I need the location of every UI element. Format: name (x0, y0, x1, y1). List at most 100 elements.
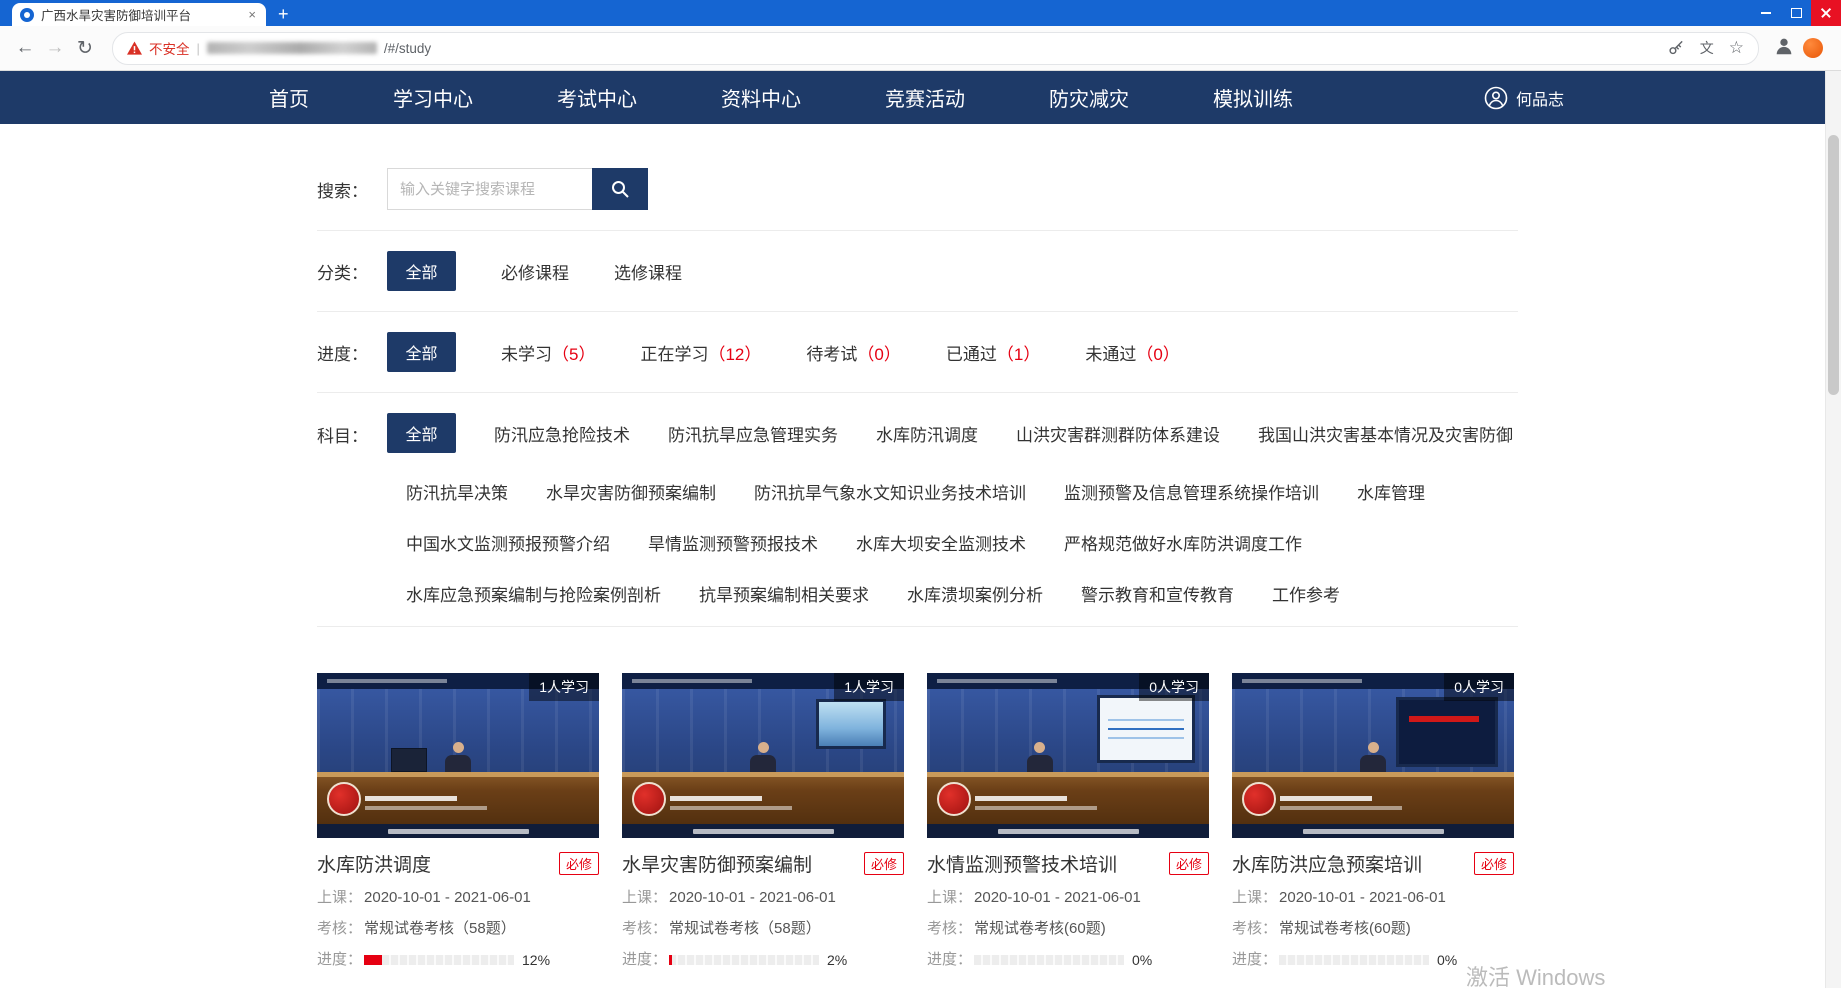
subject-tag[interactable]: 水库应急预案编制与抢险案例剖析 (406, 581, 661, 606)
progress-label: 进度： (317, 340, 387, 365)
nav-item-5[interactable]: 竞赛活动 (885, 83, 965, 112)
progress-option-2[interactable]: 未学习（5） (501, 340, 595, 365)
nav-user[interactable]: 何品志 (1484, 71, 1564, 124)
progress-option-6[interactable]: 未通过（0） (1085, 340, 1179, 365)
course-exam-row: 考核：常规试卷考核(60题) (1232, 919, 1514, 939)
nameplate-line (975, 806, 1097, 810)
search-icon (610, 179, 630, 199)
subject-tag[interactable]: 防汛应急抢险技术 (494, 421, 630, 446)
subject-tag[interactable]: 水库防汛调度 (876, 421, 978, 446)
subject-tag[interactable]: 水库溃坝案例分析 (907, 581, 1043, 606)
subject-tag[interactable]: 水库大坝安全监测技术 (856, 530, 1026, 555)
close-button[interactable] (1811, 0, 1841, 26)
subject-tag[interactable]: 水旱灾害防御预案编制 (546, 479, 716, 504)
required-badge: 必修 (1169, 852, 1209, 875)
browser-profile-icon[interactable] (1803, 38, 1823, 58)
course-progress-row: 进度：2% (622, 950, 904, 970)
subject-tag[interactable]: 防汛抗旱应急管理实务 (668, 421, 838, 446)
progress-option-all[interactable]: 全部 (387, 332, 456, 372)
course-progress-bar (1279, 955, 1429, 965)
category-option-1[interactable]: 全部 (387, 251, 456, 291)
subject-tag[interactable]: 我国山洪灾害基本情况及灾害防御 (1258, 421, 1513, 446)
subject-tag[interactable]: 严格规范做好水库防洪调度工作 (1064, 530, 1302, 555)
reload-icon[interactable]: ↻ (70, 37, 100, 60)
subject-tag[interactable]: 山洪灾害群测群防体系建设 (1016, 421, 1220, 446)
progress-option-5[interactable]: 已通过（1） (946, 340, 1040, 365)
subject-option-all[interactable]: 全部 (387, 413, 456, 453)
course-card[interactable]: 0人学习水情监测预警技术培训必修上课：2020-10-01 - 2021-06-… (927, 673, 1209, 970)
maximize-button[interactable] (1781, 0, 1811, 26)
course-dates: 2020-10-01 - 2021-06-01 (974, 888, 1141, 908)
course-progress-fill (364, 955, 382, 965)
presenter-head (758, 742, 769, 753)
forward-icon[interactable]: → (40, 37, 70, 59)
url-obscured (207, 42, 377, 54)
nav-item-6[interactable]: 防灾减灾 (1049, 83, 1129, 112)
course-dates: 2020-10-01 - 2021-06-01 (1279, 888, 1446, 908)
nav-item-2[interactable]: 学习中心 (393, 83, 473, 112)
course-dates: 2020-10-01 - 2021-06-01 (669, 888, 836, 908)
subject-tag[interactable]: 工作参考 (1272, 581, 1340, 606)
translate-icon[interactable]: 文 (1700, 38, 1714, 58)
subject-tag[interactable]: 旱情监测预警预报技术 (648, 530, 818, 555)
browser-avatar-button[interactable] (1771, 35, 1797, 62)
thumb-nameplate (1280, 796, 1410, 810)
subject-row-1: 全部 防汛应急抢险技术 防汛抗旱应急管理实务 水库防汛调度 山洪灾害群测群防体系建设 我国… (387, 413, 1513, 453)
category-option-2[interactable]: 必修课程 (501, 259, 569, 284)
course-card[interactable]: 1人学习水库防洪调度必修上课：2020-10-01 - 2021-06-01考核… (317, 673, 599, 970)
person-circle-icon (1484, 86, 1508, 110)
course-thumbnail: 1人学习 (317, 673, 599, 838)
new-tab-button[interactable]: + (278, 5, 289, 23)
minimize-button[interactable] (1751, 0, 1781, 26)
course-card[interactable]: 1人学习水旱灾害防御预案编制必修上课：2020-10-01 - 2021-06-… (622, 673, 904, 970)
subject-tag[interactable]: 警示教育和宣传教育 (1081, 581, 1234, 606)
nav-item-4[interactable]: 资料中心 (721, 83, 801, 112)
subject-tag[interactable]: 监测预警及信息管理系统操作培训 (1064, 479, 1319, 504)
nameplate-line (670, 806, 792, 810)
page-scrollbar[interactable] (1825, 71, 1841, 988)
subject-tag[interactable]: 防汛抗旱气象水文知识业务技术培训 (754, 479, 1026, 504)
studio-screen (1097, 695, 1195, 763)
bookmark-star-icon[interactable]: ☆ (1729, 38, 1744, 58)
course-title: 水库防洪调度 (317, 850, 431, 877)
subject-tag[interactable]: 水库管理 (1357, 479, 1425, 504)
course-exam: 常规试卷考核（58题） (669, 919, 821, 939)
course-dates-row: 上课：2020-10-01 - 2021-06-01 (317, 888, 599, 908)
address-bar[interactable]: 不安全 | /#/study 文 ☆ (112, 32, 1759, 65)
course-card-list: 1人学习水库防洪调度 必修上课：2020-10-01 - 2021-06-01 考核… (317, 673, 1518, 970)
nav-item-1[interactable]: 首页 (269, 83, 309, 112)
browser-tab[interactable]: 广西水旱灾害防御培训平台 × (12, 3, 266, 26)
presenter-head (1368, 742, 1379, 753)
required-badge: 必修 (559, 852, 599, 875)
subject-tag[interactable]: 中国水文监测预报预警介绍 (406, 530, 610, 555)
security-warning: 不安全 (149, 38, 190, 58)
subject-row-3: 中国水文监测预报预警介绍 旱情监测预警预报技术 水库大坝安全监测技术 严格规范做好水库… (387, 530, 1513, 555)
back-icon[interactable]: ← (10, 37, 40, 59)
search-button[interactable] (592, 168, 648, 210)
tab-close-icon[interactable]: × (246, 8, 258, 21)
user-avatar-icon (1773, 35, 1795, 57)
thumb-caption-line (1303, 829, 1444, 834)
user-name: 何品志 (1516, 86, 1564, 110)
presenter-figure (749, 742, 777, 774)
scrollbar-thumb[interactable] (1828, 135, 1839, 395)
search-input[interactable] (387, 168, 593, 210)
subject-tag[interactable]: 防汛抗旱决策 (406, 479, 508, 504)
thumb-nameplate (975, 796, 1105, 810)
progress-option-4[interactable]: 待考试（0） (806, 340, 900, 365)
course-progress-fill (669, 955, 672, 965)
nav-item-7[interactable]: 模拟训练 (1213, 83, 1293, 112)
nav-item-3[interactable]: 考试中心 (557, 83, 637, 112)
course-progress-percent: 0% (1132, 950, 1152, 970)
key-icon[interactable] (1668, 40, 1685, 57)
progress-option-3[interactable]: 正在学习（12） (640, 340, 761, 365)
course-progress-bar (974, 955, 1124, 965)
url-suffix: /#/study (384, 41, 431, 56)
studio-emblem (937, 782, 971, 816)
subject-tag[interactable]: 抗旱预案编制相关要求 (699, 581, 869, 606)
studio-screen (1396, 697, 1498, 767)
course-card[interactable]: 0人学习水库防洪应急预案培训必修上课：2020-10-01 - 2021-06-… (1232, 673, 1514, 970)
category-option-3[interactable]: 选修课程 (614, 259, 682, 284)
presenter-head (1034, 742, 1045, 753)
divider (317, 311, 1518, 312)
